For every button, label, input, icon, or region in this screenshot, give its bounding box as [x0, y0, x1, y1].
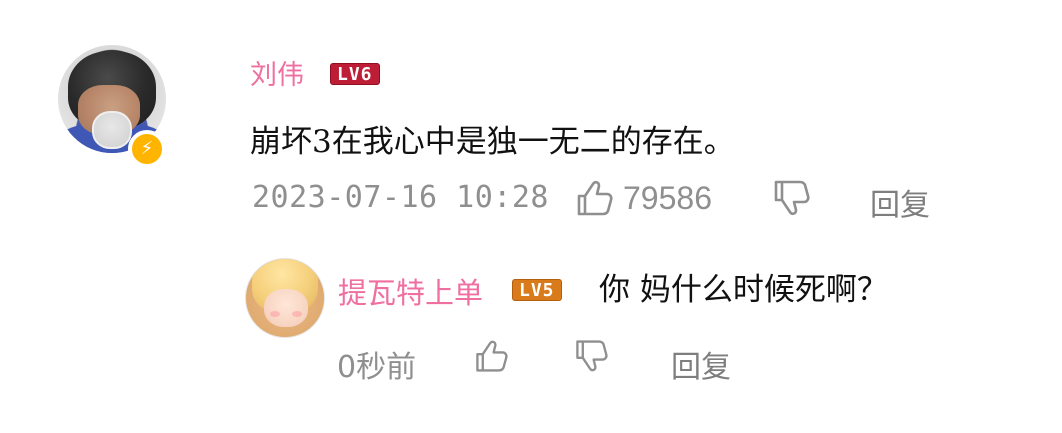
avatar-hand [92, 111, 132, 149]
verified-badge-icon: ⚡ [128, 130, 166, 168]
like-count: 79586 [623, 180, 712, 216]
comment-text: 崩坏3在我心中是独一无二的存在。 [250, 124, 735, 160]
thumb-up-icon[interactable] [571, 178, 615, 218]
level-badge: LV5 [512, 279, 562, 301]
reply-username[interactable]: 提瓦特上单 [338, 270, 483, 312]
reply-avatar[interactable] [245, 258, 325, 338]
reply-timestamp: 0秒前 [337, 350, 417, 385]
thumb-down-icon[interactable] [570, 338, 610, 374]
comment-timestamp: 2023-07-16 10:28 [252, 180, 549, 215]
reply-button[interactable]: 回复 [671, 342, 731, 386]
avatar-blush [292, 311, 302, 317]
level-badge: LV6 [330, 63, 380, 85]
reply-button[interactable]: 回复 [870, 180, 930, 224]
avatar-face [264, 289, 308, 327]
thumb-down-icon[interactable] [768, 178, 812, 218]
comment-username[interactable]: 刘伟 [250, 53, 304, 92]
avatar-blush [270, 311, 280, 317]
reply-text: 你 妈什么时候死啊？ [599, 272, 888, 308]
thumb-up-icon[interactable] [470, 338, 510, 374]
